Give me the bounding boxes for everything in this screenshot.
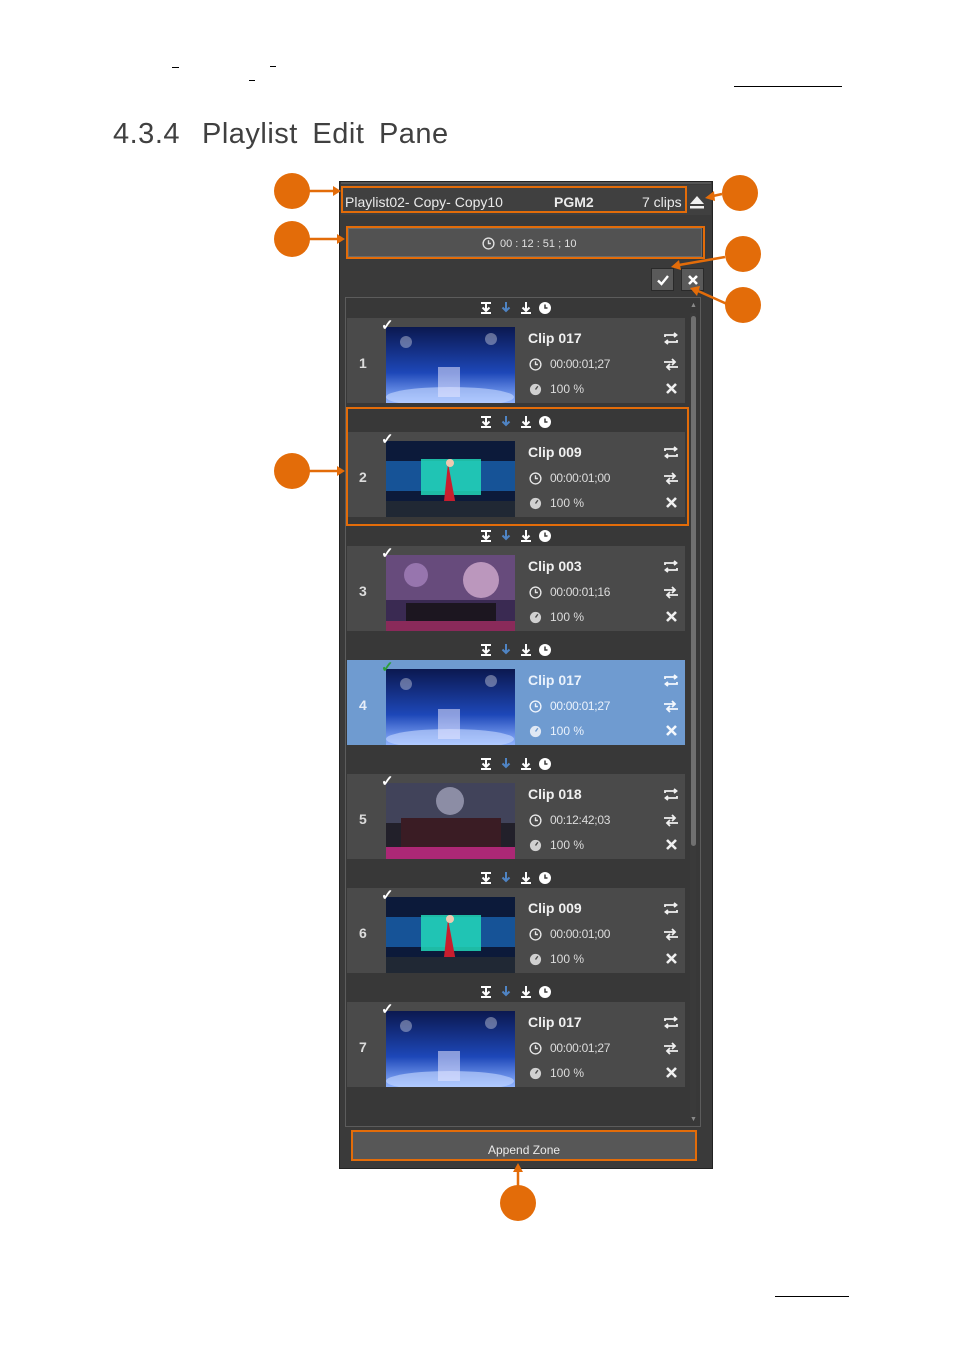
callout-marker-append — [500, 1185, 536, 1221]
callout-marker-duration — [274, 221, 310, 257]
footer-rule — [775, 1296, 849, 1297]
callout-marker-cancel — [725, 287, 761, 323]
callout-arrows — [309, 186, 728, 1186]
callout-marker-title — [274, 173, 310, 209]
callout-marker-eject — [722, 175, 758, 211]
callout-marker-confirm — [725, 236, 761, 272]
callout-marker-clip — [274, 453, 310, 489]
